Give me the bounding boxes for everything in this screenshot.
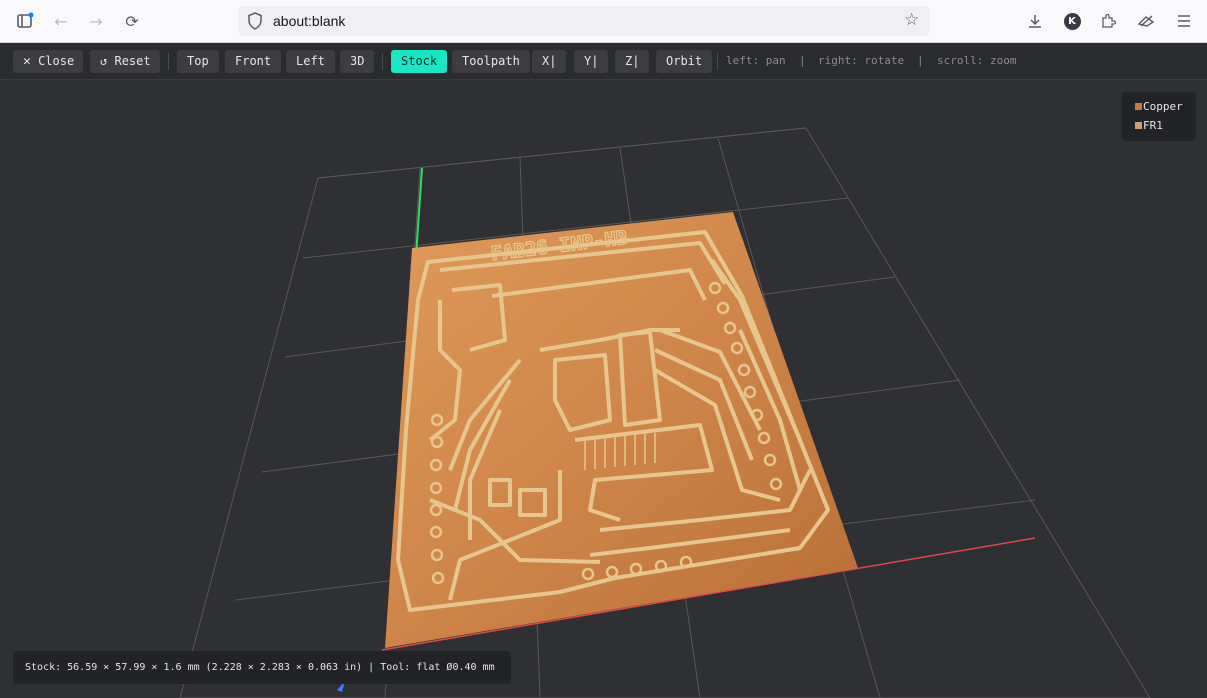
reset-icon: ↺ bbox=[100, 54, 108, 68]
hint-pan: left: pan bbox=[726, 54, 786, 67]
toolbar-divider bbox=[382, 53, 383, 70]
toolbar-divider bbox=[168, 53, 169, 70]
hint-separator: | bbox=[799, 54, 806, 67]
orbit-button[interactable]: Orbit bbox=[656, 50, 713, 73]
view-front-button[interactable]: Front bbox=[225, 50, 282, 73]
stock-status-readout: Stock: 56.59 × 57.99 × 1.6 mm (2.228 × 2… bbox=[13, 651, 511, 684]
3d-viewport-canvas[interactable]: FAB26 INP-HB bbox=[0, 80, 1207, 698]
legend-item-copper: Copper bbox=[1135, 100, 1183, 113]
hint-rotate: right: rotate bbox=[818, 54, 905, 67]
legend-item-fr1: FR1 bbox=[1135, 119, 1163, 132]
axis-y-toggle[interactable]: Y| bbox=[574, 50, 609, 73]
avatar-initial: K bbox=[1063, 12, 1081, 30]
firefox-view-icon[interactable] bbox=[1134, 9, 1158, 33]
axis-x-toggle[interactable]: X| bbox=[532, 50, 567, 73]
reset-label: Reset bbox=[114, 54, 151, 68]
menu-hamburger-icon[interactable] bbox=[1172, 9, 1196, 33]
back-arrow-icon[interactable]: ← bbox=[49, 9, 73, 33]
extensions-icon[interactable] bbox=[1096, 9, 1120, 33]
account-avatar-icon[interactable]: K bbox=[1060, 9, 1084, 33]
toolpath-mode-button[interactable]: Toolpath bbox=[452, 50, 530, 73]
view-3d-button[interactable]: 3D bbox=[340, 50, 375, 73]
reload-icon[interactable]: ⟳ bbox=[120, 9, 144, 33]
pcb-stock: FAB26 INP-HB bbox=[385, 212, 858, 648]
reset-button[interactable]: ↺ Reset bbox=[90, 50, 160, 73]
material-legend: Copper FR1 bbox=[1122, 92, 1196, 141]
close-icon: ✕ bbox=[23, 54, 31, 69]
copper-swatch-icon bbox=[1135, 103, 1142, 110]
url-text[interactable]: about:blank bbox=[273, 13, 345, 29]
hint-separator: | bbox=[917, 54, 924, 67]
close-button[interactable]: ✕ Close bbox=[13, 50, 83, 73]
close-label: Close bbox=[38, 54, 75, 68]
view-left-button[interactable]: Left bbox=[286, 50, 335, 73]
address-bar[interactable]: about:blank ☆ bbox=[238, 6, 930, 36]
viewer-toolbar: ✕ Close ↺ Reset Top Front Left 3D Stock … bbox=[0, 43, 1207, 80]
hint-zoom: scroll: zoom bbox=[937, 54, 1017, 67]
browser-toolbar: ← → ⟳ about:blank ☆ K bbox=[0, 0, 1207, 43]
fr1-swatch-icon bbox=[1135, 122, 1142, 129]
axis-z-toggle[interactable]: Z| bbox=[615, 50, 650, 73]
shield-icon bbox=[247, 12, 263, 34]
download-icon[interactable] bbox=[1023, 9, 1047, 33]
stock-mode-button[interactable]: Stock bbox=[391, 50, 448, 73]
legend-label: FR1 bbox=[1143, 119, 1163, 132]
view-top-button[interactable]: Top bbox=[177, 50, 219, 73]
legend-label: Copper bbox=[1143, 100, 1183, 113]
bookmark-star-icon[interactable]: ☆ bbox=[904, 10, 919, 30]
toolbar-divider bbox=[717, 53, 718, 70]
forward-arrow-icon[interactable]: → bbox=[84, 9, 108, 33]
sidebar-icon[interactable] bbox=[13, 9, 37, 33]
